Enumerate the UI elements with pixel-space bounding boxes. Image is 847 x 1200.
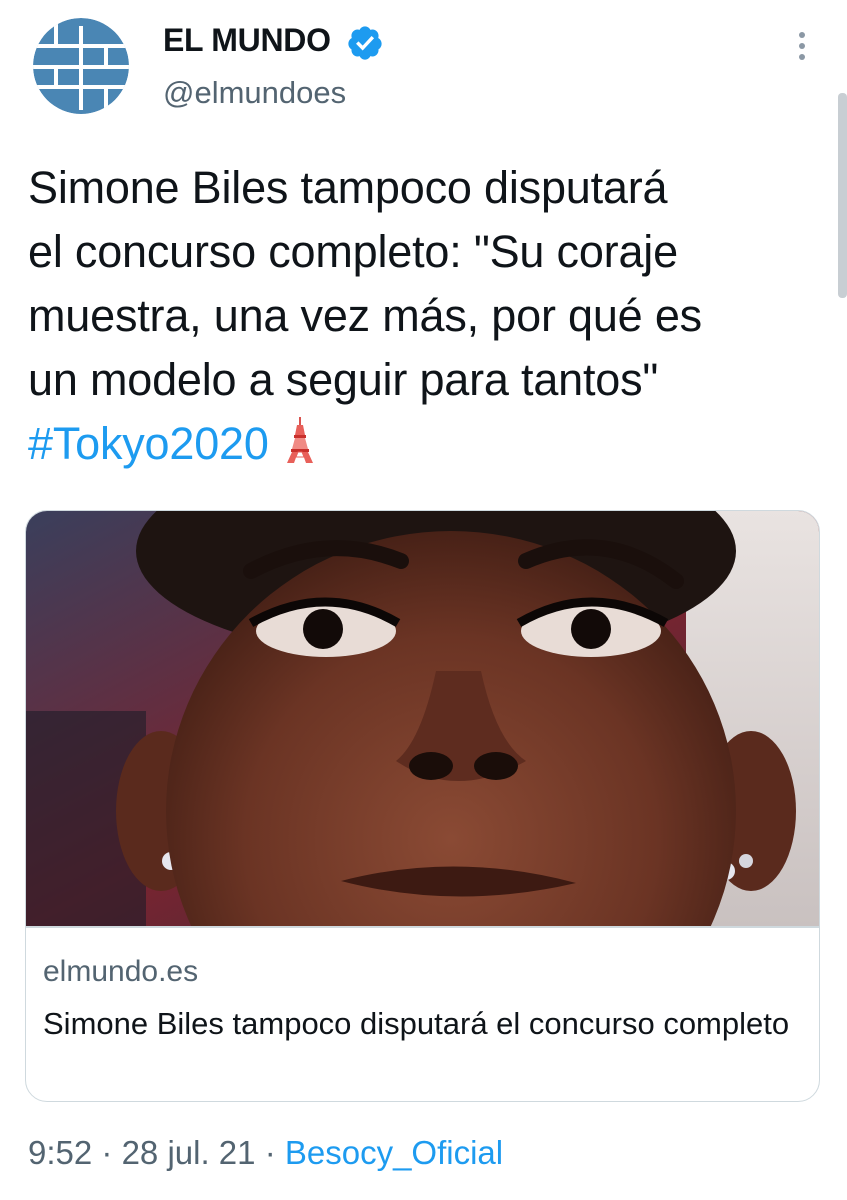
hashtag-line: #Tokyo2020 (28, 412, 818, 476)
el-mundo-logo-icon (33, 18, 129, 114)
card-domain: elmundo.es (43, 955, 199, 988)
meta-separator: · (264, 1134, 276, 1171)
author-name[interactable]: EL MUNDO (163, 22, 331, 59)
meta-separator: · (101, 1134, 113, 1171)
tweet-meta: 9:52 · 28 jul. 21 · Besocy_Oficial (28, 1134, 503, 1172)
author-avatar[interactable] (33, 18, 129, 114)
more-options-icon[interactable] (790, 28, 814, 64)
tweet-time[interactable]: 9:52 (28, 1134, 92, 1171)
tweet-text-line: muestra, una vez más, por qué es (28, 290, 702, 341)
tweet-date[interactable]: 28 jul. 21 (122, 1134, 256, 1171)
link-card[interactable]: elmundo.es Simone Biles tampoco disputar… (25, 510, 820, 1102)
card-divider (26, 926, 819, 928)
tweet-text-line: un modelo a seguir para tantos" (28, 354, 659, 405)
verified-badge-icon (348, 26, 382, 60)
hashtag-link[interactable]: #Tokyo2020 (28, 418, 269, 469)
scrollbar[interactable] (838, 93, 847, 298)
tweet-text-line: Simone Biles tampoco disputará (28, 162, 668, 213)
tweet-source-link[interactable]: Besocy_Oficial (285, 1134, 503, 1171)
author-handle[interactable]: @elmundoes (163, 75, 346, 111)
card-title: Simone Biles tampoco disputará el concur… (43, 1006, 790, 1041)
athlete-face-photo (26, 511, 819, 926)
tweet-text: Simone Biles tampoco disputará el concur… (28, 156, 818, 476)
tweet: EL MUNDO @elmundoes Simone Biles tampoco… (0, 0, 847, 1200)
tokyo-tower-icon (286, 417, 313, 463)
tweet-text-line: el concurso completo: "Su coraje (28, 226, 678, 277)
